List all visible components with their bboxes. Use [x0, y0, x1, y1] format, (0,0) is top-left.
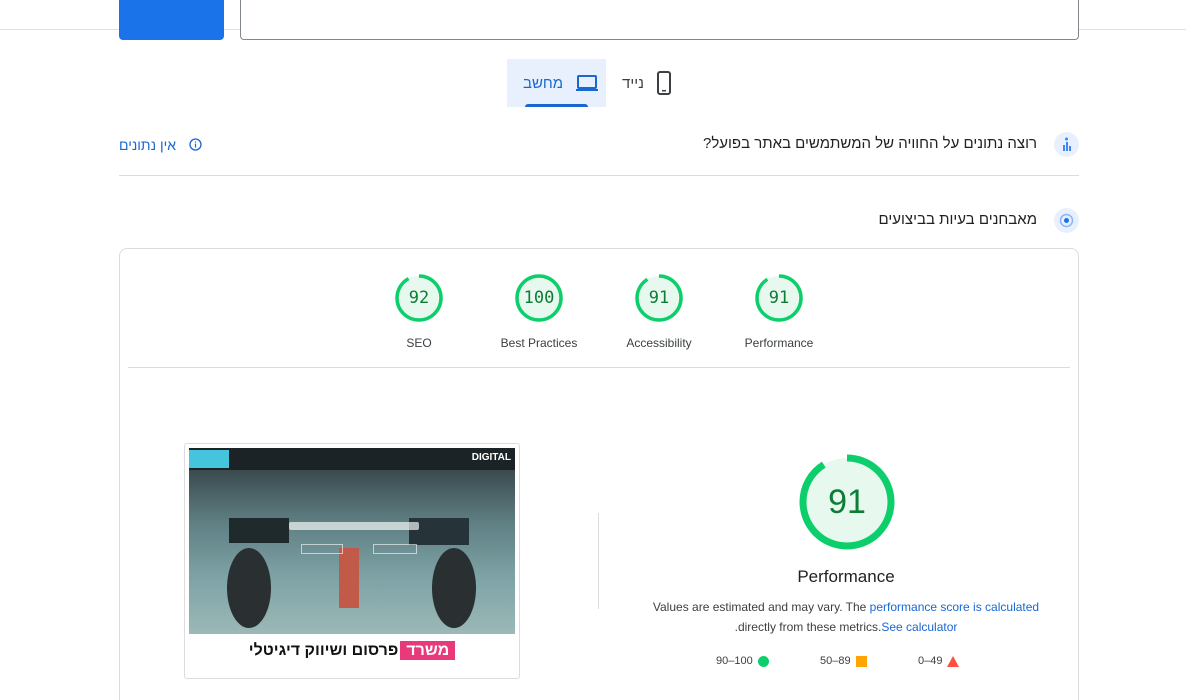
screenshot-caption-text: פרסום ושיווק דיגיטלי	[248, 642, 399, 659]
vertical-separator	[598, 513, 599, 609]
lab-data-icon	[1054, 208, 1079, 233]
gauge-score: 92	[408, 288, 430, 308]
url-input[interactable]	[240, 0, 1079, 40]
screenshot-caption: משרדפרסום ושיווק דיגיטלי	[185, 641, 519, 660]
screenshot-button	[301, 544, 343, 554]
gauge-best-practices[interactable]: 100 Best Practices	[489, 273, 589, 350]
screenshot-office-image	[227, 518, 476, 628]
section-divider	[119, 175, 1079, 176]
tab-mobile[interactable]: נייד	[606, 59, 688, 107]
laptop-icon	[575, 73, 599, 93]
gauge-label: SEO	[406, 336, 432, 350]
performance-description: Values are estimated and may vary. The p…	[596, 597, 1096, 637]
tab-desktop-label: מחשב	[523, 74, 564, 92]
legend-average-label: 50–89	[820, 655, 851, 667]
gauge-ring: 91	[634, 273, 684, 323]
gauge-label: Performance	[744, 336, 814, 350]
gauge-label: Best Practices	[500, 336, 578, 350]
performance-score-gauge: 91	[798, 453, 896, 551]
legend-pass: 90–100	[716, 655, 769, 667]
score-legend: 90–100 50–89 0–49	[716, 655, 976, 671]
phone-icon	[656, 71, 672, 95]
diagnose-title: מאבחנים בעיות בביצועים	[878, 211, 1037, 228]
screenshot-contact-tiles	[189, 450, 229, 468]
diagnose-row: מאבחנים בעיות בביצועים	[119, 202, 1079, 238]
screenshot-caption-tag: משרד	[400, 641, 456, 660]
gauge-score: 91	[648, 288, 670, 308]
legend-fail-label: 0–49	[918, 655, 943, 667]
device-tabs: מחשב נייד	[507, 59, 688, 107]
gauge-score: 100	[523, 288, 555, 308]
average-square-icon	[855, 655, 867, 667]
gauge-performance[interactable]: 91 Performance	[729, 273, 829, 350]
performance-score: 91	[828, 483, 866, 521]
legend-pass-label: 90–100	[716, 655, 753, 667]
info-icon[interactable]	[189, 138, 202, 156]
fail-triangle-icon	[947, 655, 960, 667]
gauge-accessibility[interactable]: 91 Accessibility	[609, 273, 709, 350]
desc-middle-text: directly from these metrics.	[737, 620, 882, 634]
gauge-score: 91	[768, 288, 790, 308]
screenshot-headline	[289, 522, 419, 530]
performance-label: Performance	[797, 567, 895, 586]
field-data-question: רוצה נתונים על החוויה של המשתמשים באתר ב…	[703, 135, 1037, 152]
analyze-button[interactable]	[119, 0, 224, 40]
tab-mobile-label: נייד	[622, 74, 644, 92]
category-gauges: 91 Performance 91 Accessibility 100 Best…	[120, 273, 1078, 353]
pass-circle-icon	[757, 655, 769, 667]
gauge-ring: 91	[754, 273, 804, 323]
gauge-ring: 92	[394, 273, 444, 323]
screenshot-logo: DIGITAL	[471, 452, 511, 463]
report-card: 91 Performance 91 Accessibility 100 Best…	[119, 248, 1079, 700]
field-data-icon	[1054, 132, 1079, 157]
screenshot-hero: DIGITAL	[189, 448, 515, 634]
page-screenshot: DIGITAL משרדפרסום ושיווק דיגיטלי	[184, 443, 520, 679]
desc-text: Values are estimated and may vary. The	[652, 600, 870, 614]
gauge-ring: 100	[514, 273, 564, 323]
score-calculated-link[interactable]: performance score is calculated	[870, 600, 1039, 614]
card-divider	[128, 367, 1070, 368]
legend-average: 50–89	[820, 655, 867, 667]
screenshot-navbar: DIGITAL	[189, 448, 515, 470]
gauge-label: Accessibility	[626, 336, 692, 350]
see-calculator-link[interactable]: See calculator	[881, 620, 957, 634]
no-data-link[interactable]: אין נתונים	[119, 137, 176, 153]
screenshot-button	[373, 544, 417, 554]
gauge-seo[interactable]: 92 SEO	[369, 273, 469, 350]
legend-fail: 0–49	[918, 655, 960, 667]
field-data-row: רוצה נתונים על החוויה של המשתמשים באתר ב…	[119, 127, 1079, 163]
tab-desktop[interactable]: מחשב	[507, 59, 606, 107]
